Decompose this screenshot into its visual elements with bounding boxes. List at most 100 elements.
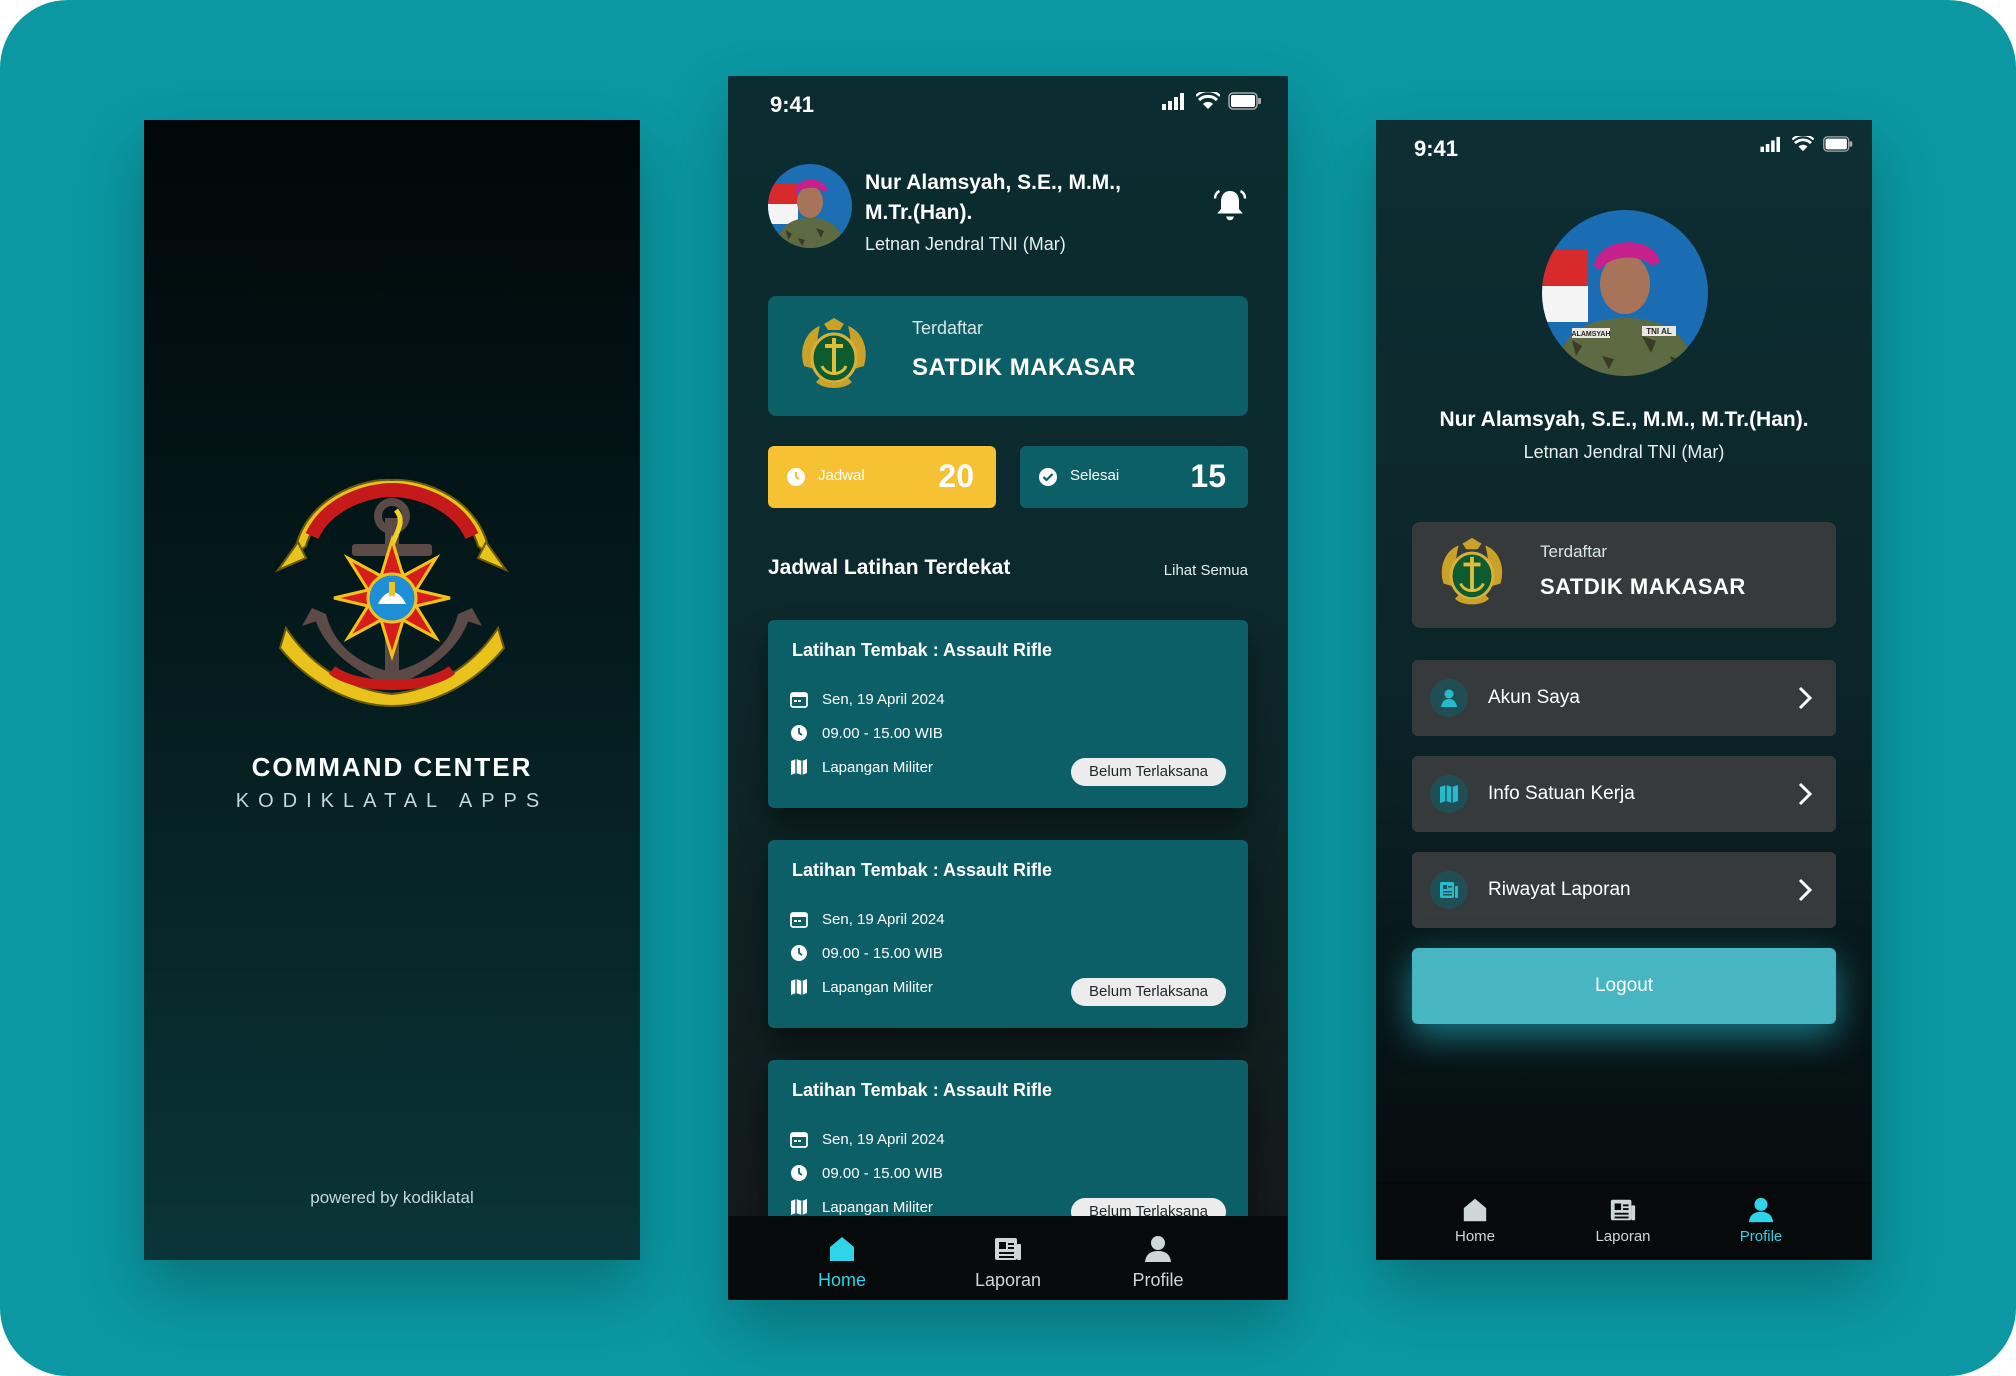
registered-unit-name: SATDIK MAKASAR: [1540, 574, 1746, 599]
tab-home[interactable]: Home: [782, 1234, 902, 1291]
status-time: 9:41: [770, 92, 815, 117]
calendar-icon: [790, 912, 808, 928]
user-icon: [1748, 1197, 1774, 1223]
schedule-place: Lapangan Militer: [822, 758, 933, 776]
tab-profile-label: Profile: [1132, 1270, 1184, 1290]
menu-label: Akun Saya: [1488, 687, 1580, 708]
calendar-icon: [790, 1132, 808, 1148]
clock-icon: [791, 725, 807, 741]
battery-icon: [1228, 92, 1261, 110]
see-all-link[interactable]: Lihat Semua: [1164, 562, 1248, 579]
schedule-date: Sen, 19 April 2024: [822, 1130, 945, 1148]
menu-info-satuan-kerja[interactable]: Info Satuan Kerja: [1412, 756, 1836, 832]
schedule-date: Sen, 19 April 2024: [822, 690, 945, 708]
registered-unit-card[interactable]: Terdaftar SATDIK MAKASAR: [768, 296, 1248, 416]
signal-icon: [1760, 136, 1780, 152]
status-bar-icons: [1760, 136, 1854, 152]
bottom-tab-bar: Home Laporan Profile: [1376, 1182, 1872, 1260]
navy-seal-icon: [802, 318, 866, 388]
clock-icon: [787, 468, 805, 486]
selesai-label: Selesai: [1070, 467, 1120, 484]
status-bar-icons: [1162, 92, 1262, 110]
selesai-stat-card[interactable]: Selesai 15: [1020, 446, 1248, 508]
home-icon: [830, 1237, 854, 1261]
status-time: 9:41: [1414, 136, 1459, 161]
jadwal-stat-card[interactable]: Jadwal 20: [768, 446, 996, 508]
registered-label: Terdaftar: [912, 318, 984, 338]
profile-name: Nur Alamsyah, S.E., M.M., M.Tr.(Han).: [1439, 408, 1809, 431]
user-rank: Letnan Jendral TNI (Mar): [865, 234, 1066, 254]
map-icon: [791, 1199, 807, 1215]
chevron-right-icon: [1798, 782, 1812, 806]
status-badge: Belum Terlaksana: [1071, 758, 1226, 786]
tab-home[interactable]: Home: [1420, 1196, 1530, 1245]
tab-home-label: Home: [817, 1270, 866, 1290]
wifi-icon: [1792, 136, 1814, 152]
schedule-time: 09.00 - 15.00 WIB: [822, 1164, 943, 1182]
tab-home-label: Home: [1454, 1228, 1495, 1245]
user-icon: [1145, 1236, 1171, 1262]
app-title: COMMAND CENTER: [251, 752, 533, 782]
powered-by-text: powered by kodiklatal: [310, 1188, 474, 1207]
jadwal-label: Jadwal: [818, 467, 865, 484]
jadwal-value: 20: [938, 458, 974, 494]
logout-button[interactable]: Logout: [1412, 948, 1836, 1024]
home-screen: 9:41 Nur Alamsyah, S.E., M.M., M.Tr.(Han…: [728, 76, 1288, 1300]
menu-label: Riwayat Laporan: [1488, 879, 1631, 900]
menu-riwayat-laporan[interactable]: Riwayat Laporan: [1412, 852, 1836, 928]
schedule-title: Latihan Tembak : Assault Rifle: [792, 860, 1053, 880]
home-icon: [1463, 1198, 1487, 1222]
schedule-title: Latihan Tembak : Assault Rifle: [792, 1080, 1053, 1100]
schedule-title: Latihan Tembak : Assault Rifle: [792, 640, 1053, 660]
tab-profile[interactable]: Profile: [1098, 1234, 1218, 1291]
bottom-tab-bar: Home Laporan Profile: [728, 1216, 1288, 1300]
app-subtitle: KODIKLATAL APPS: [235, 790, 549, 812]
splash-screen: COMMAND CENTER KODIKLATAL APPS powered b…: [144, 120, 640, 1260]
registered-unit-name: SATDIK MAKASAR: [912, 354, 1136, 381]
schedule-card[interactable]: Latihan Tembak : Assault Rifle Sen, 19 A…: [768, 620, 1248, 808]
schedule-time: 09.00 - 15.00 WIB: [822, 724, 943, 742]
user-icon: [1441, 689, 1457, 707]
user-avatar[interactable]: [768, 164, 852, 248]
map-icon: [791, 759, 807, 775]
tab-laporan[interactable]: Laporan: [948, 1234, 1068, 1291]
tab-profile[interactable]: Profile: [1706, 1196, 1816, 1245]
battery-icon: [1823, 136, 1853, 152]
tab-profile-label: Profile: [1739, 1228, 1783, 1245]
schedule-time: 09.00 - 15.00 WIB: [822, 944, 943, 962]
menu-label: Info Satuan Kerja: [1488, 783, 1635, 804]
map-icon: [1440, 785, 1458, 803]
registered-label: Terdaftar: [1540, 542, 1608, 561]
registered-unit-card[interactable]: Terdaftar SATDIK MAKASAR: [1412, 522, 1836, 628]
newspaper-icon: [1440, 882, 1458, 898]
bell-icon[interactable]: [1212, 188, 1248, 224]
check-icon: [1039, 468, 1057, 486]
user-name: Nur Alamsyah, S.E., M.M., M.Tr.(Han).: [865, 171, 1121, 224]
chevron-right-icon: [1798, 686, 1812, 710]
menu-akun-saya[interactable]: Akun Saya: [1412, 660, 1836, 736]
selesai-value: 15: [1190, 458, 1226, 494]
schedule-card[interactable]: Latihan Tembak : Assault Rifle Sen, 19 A…: [768, 840, 1248, 1028]
schedule-place: Lapangan Militer: [822, 1198, 933, 1216]
clock-icon: [791, 1165, 807, 1181]
newspaper-icon: [995, 1238, 1021, 1260]
calendar-icon: [790, 692, 808, 708]
map-icon: [791, 979, 807, 995]
profile-screen: 9:41 ALAMSYAH TNI AL Nur Alamsyah, S.E.,…: [1376, 120, 1872, 1260]
tab-laporan-label: Laporan: [1595, 1228, 1651, 1245]
profile-rank: Letnan Jendral TNI (Mar): [1523, 442, 1725, 462]
profile-avatar[interactable]: ALAMSYAH TNI AL: [1542, 210, 1708, 376]
tni-tag-text: TNI AL: [1646, 327, 1672, 336]
status-badge: Belum Terlaksana: [1071, 978, 1226, 1006]
tab-laporan[interactable]: Laporan: [1568, 1196, 1678, 1245]
schedule-place: Lapangan Militer: [822, 978, 933, 996]
wifi-icon: [1196, 92, 1220, 109]
newspaper-icon: [1610, 1199, 1636, 1221]
signal-icon: [1162, 93, 1184, 110]
section-title: Jadwal Latihan Terdekat: [768, 556, 1011, 579]
clock-icon: [791, 945, 807, 961]
tab-laporan-label: Laporan: [974, 1270, 1042, 1290]
name-tag-text: ALAMSYAH: [1571, 331, 1610, 338]
kodiklatal-emblem: [275, 478, 509, 708]
chevron-right-icon: [1798, 878, 1812, 902]
